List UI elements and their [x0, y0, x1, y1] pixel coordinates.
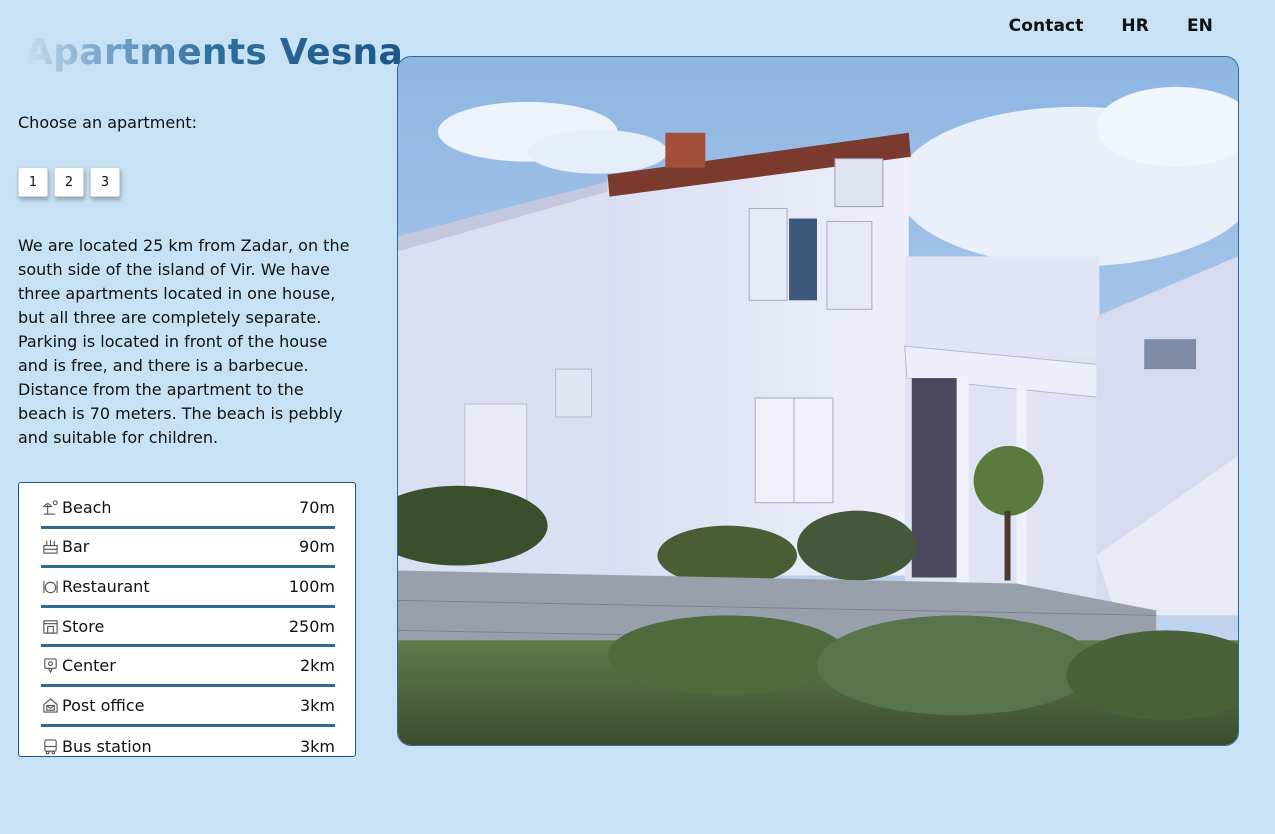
distance-row-post-office: Post office 3km	[41, 687, 335, 727]
distance-name: Bar	[62, 537, 90, 557]
distance-row-beach: Beach 70m	[41, 489, 335, 529]
distance-row-center: Center 2km	[41, 647, 335, 687]
description-text: We are located 25 km from Zadar, on the …	[18, 236, 350, 447]
distance-value: 3km	[299, 695, 335, 715]
beach-umbrella-icon	[41, 498, 59, 516]
top-nav: Contact HR EN	[1009, 16, 1213, 36]
site-logo[interactable]: Apartments Vesna	[25, 32, 403, 73]
store-icon	[41, 617, 59, 635]
distance-name: Store	[62, 616, 105, 636]
distance-row-store: Store 250m	[41, 608, 335, 648]
distance-row-restaurant: Restaurant 100m	[41, 568, 335, 608]
nav-contact-link[interactable]: Contact	[1009, 16, 1084, 36]
post-office-icon	[41, 696, 59, 714]
apartment-2-button[interactable]: 2	[54, 167, 84, 197]
distance-value: 100m	[288, 576, 335, 596]
page: Contact HR EN Apartments Vesna Choose an…	[0, 0, 1275, 834]
distance-name: Center	[62, 656, 116, 676]
nav-language-en-link[interactable]: EN	[1187, 16, 1213, 36]
distance-value: 3km	[299, 736, 335, 756]
distances-table: Beach 70m Bar 90m Restaurant 100m Store …	[18, 482, 356, 757]
map-pin-icon	[41, 657, 59, 675]
nav-language-hr-link[interactable]: HR	[1121, 16, 1149, 36]
distance-value: 70m	[299, 497, 335, 517]
distance-value: 2km	[299, 656, 335, 676]
restaurant-icon	[41, 577, 59, 595]
distance-value: 90m	[299, 537, 335, 557]
apartment-3-button[interactable]: 3	[90, 167, 120, 197]
distance-row-bar: Bar 90m	[41, 529, 335, 569]
distance-name: Restaurant	[62, 576, 150, 596]
apartment-1-button[interactable]: 1	[18, 167, 48, 197]
choose-apartment-label: Choose an apartment:	[18, 113, 198, 132]
distance-name: Post office	[62, 695, 145, 715]
distance-row-bus-station: Bus station 3km	[41, 727, 335, 767]
house-photo	[397, 56, 1239, 746]
apartment-selector: 1 2 3	[18, 167, 120, 197]
bar-icon	[41, 538, 59, 556]
distance-name: Beach	[62, 497, 112, 517]
distance-name: Bus station	[62, 736, 152, 756]
bus-icon	[41, 737, 59, 755]
distance-value: 250m	[288, 616, 335, 636]
